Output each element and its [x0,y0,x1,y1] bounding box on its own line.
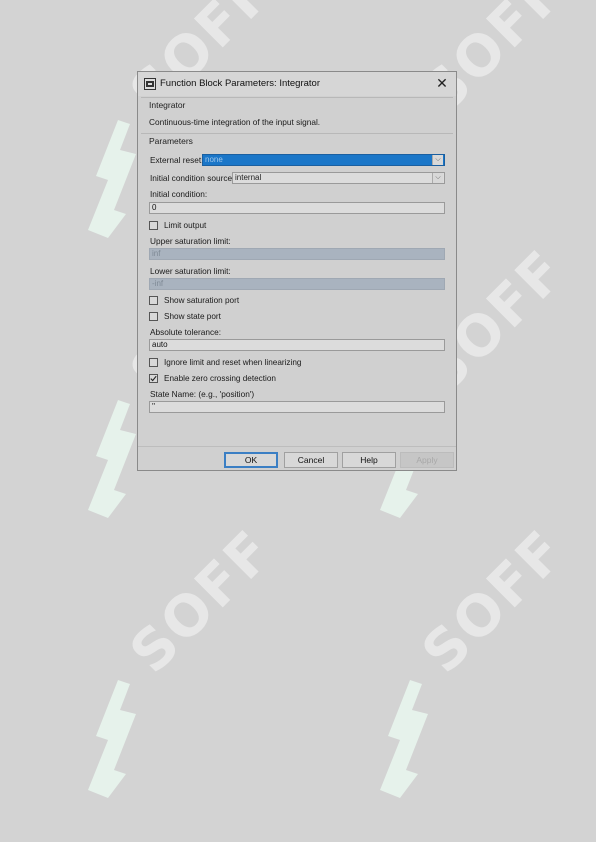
simulink-block-icon [144,78,156,90]
close-icon[interactable]: ✕ [434,75,450,91]
ok-button[interactable]: OK [224,452,278,468]
chevron-down-icon[interactable]: ⌵ [432,173,443,183]
help-button[interactable]: Help [342,452,396,468]
watermark-logo-icon [380,680,428,798]
watermark: SOFF [370,518,578,810]
lower-saturation-field: -inf [149,278,445,290]
state-name-field[interactable]: '' [149,401,445,413]
checkmark-icon [150,375,157,382]
state-name-label: State Name: (e.g., 'position') [150,389,255,399]
parameters-group-label: Parameters [149,136,193,146]
block-parameters-dialog: Function Block Parameters: Integrator ✕ … [137,71,457,471]
ic-source-value: internal [235,173,262,182]
watermark-logo-icon [88,680,136,798]
initial-condition-label: Initial condition: [150,189,208,199]
show-state-port-checkbox[interactable] [149,312,158,321]
absolute-tolerance-label: Absolute tolerance: [150,327,222,337]
show-saturation-port-checkbox[interactable] [149,296,158,305]
limit-output-label: Limit output [164,221,207,230]
upper-saturation-label: Upper saturation limit: [150,236,231,246]
watermark: SOFF [78,518,286,810]
lower-saturation-label: Lower saturation limit: [150,266,231,276]
cancel-button[interactable]: Cancel [284,452,338,468]
divider [141,97,453,98]
absolute-tolerance-field[interactable]: auto [149,339,445,351]
apply-button[interactable]: Apply [400,452,454,468]
external-reset-label: External reset: [150,155,204,165]
limit-output-checkbox[interactable] [149,221,158,230]
block-description: Continuous-time integration of the input… [149,117,321,127]
ignore-limit-checkbox[interactable] [149,358,158,367]
dialog-title: Function Block Parameters: Integrator [160,78,320,89]
watermark-text: SOFF [118,518,286,686]
show-state-port-label: Show state port [164,312,221,321]
external-reset-dropdown[interactable]: none ⌵ [202,154,445,166]
divider [141,133,453,134]
zero-crossing-label: Enable zero crossing detection [164,374,276,383]
watermark-text: SOFF [410,518,578,686]
external-reset-value: none [205,155,223,164]
initial-condition-field[interactable]: 0 [149,202,445,214]
show-saturation-port-label: Show saturation port [164,296,240,305]
ic-source-label: Initial condition source: [150,173,235,183]
chevron-down-icon[interactable]: ⌵ [432,155,443,165]
ic-source-dropdown[interactable]: internal ⌵ [232,172,445,184]
block-name-label: Integrator [149,100,186,110]
divider [138,446,456,447]
zero-crossing-checkbox[interactable] [149,374,158,383]
upper-saturation-field: inf [149,248,445,260]
ignore-limit-label: Ignore limit and reset when linearizing [164,358,302,367]
title-bar[interactable]: Function Block Parameters: Integrator ✕ [138,72,456,96]
